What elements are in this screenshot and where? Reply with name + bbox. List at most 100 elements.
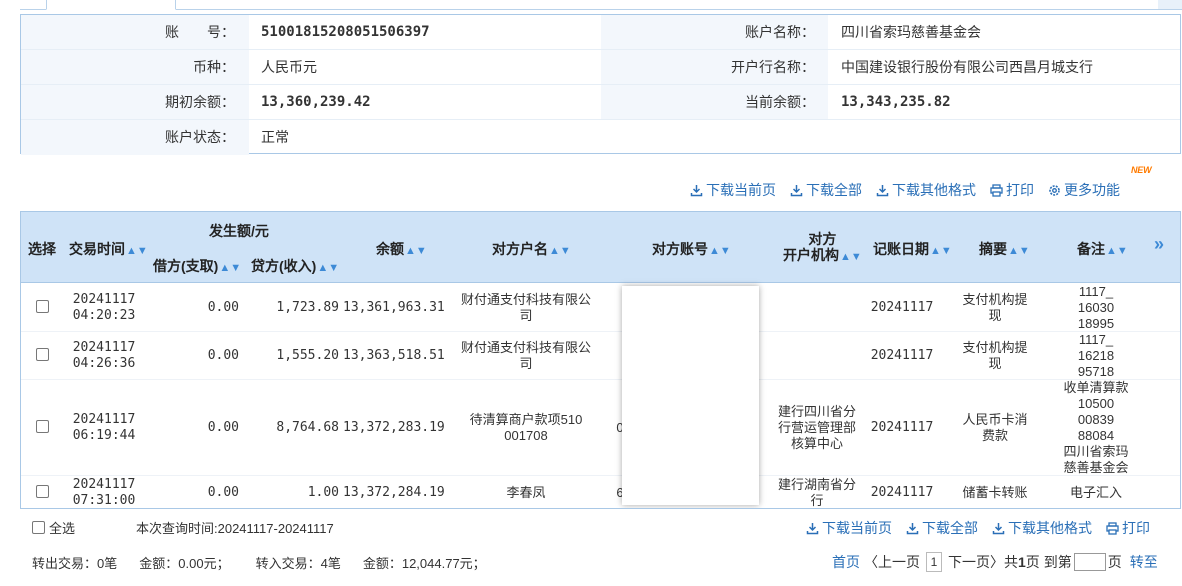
- redaction-overlay: [622, 286, 759, 505]
- table-row[interactable]: 20241117 04:20:23 0.00 1,723.89 13,361,963.3…: [21, 284, 1180, 332]
- sort-icon: ▲▼: [219, 262, 242, 274]
- col-remark[interactable]: 备注▲▼: [1077, 239, 1128, 259]
- col-post-date-label: 记账日期: [873, 241, 929, 257]
- col-party-bank-label-2: 开户机构: [783, 247, 839, 263]
- row-checkbox[interactable]: [36, 420, 49, 433]
- row-balance: 13,372,283.19: [343, 420, 445, 435]
- tab-bar-corner: [1158, 0, 1182, 9]
- download-all-button[interactable]: 下载全部: [790, 180, 862, 200]
- col-credit[interactable]: 贷方(收入)▲▼: [251, 256, 339, 276]
- out-count: 0笔: [97, 556, 118, 571]
- select-all-checkbox[interactable]: [32, 521, 45, 534]
- row-party-bank: 建行四川省分 行营运管理部 核算中心: [777, 404, 856, 451]
- col-party-name-label: 对方户名: [492, 241, 548, 257]
- row-debit: 0.00: [207, 485, 239, 500]
- row-post-date: 20241117: [870, 300, 934, 315]
- in-label: 转入交易：: [255, 556, 321, 571]
- out-amount: 0.00元；: [178, 556, 230, 571]
- col-amount-group: 发生额/元: [209, 223, 269, 239]
- col-party-bank[interactable]: 对方 开户机构▲▼: [783, 231, 862, 265]
- sort-icon: ▲▼: [1106, 245, 1128, 257]
- more-functions-label: 更多功能: [1064, 182, 1120, 198]
- row-summary: 储蓄卡转账: [962, 485, 1028, 500]
- row-checkbox[interactable]: [36, 485, 49, 498]
- prev-page-link[interactable]: 〈上一页: [864, 552, 920, 572]
- more-functions-button[interactable]: 更多功能: [1048, 180, 1120, 200]
- bank-label: 开户行名称：: [731, 59, 815, 75]
- footer-download-other-format-label: 下载其他格式: [1008, 520, 1092, 536]
- expand-columns-icon[interactable]: »: [1154, 234, 1164, 255]
- printer-icon: [990, 183, 1003, 197]
- print-label: 打印: [1006, 182, 1034, 198]
- col-time[interactable]: 交易时间▲▼: [69, 239, 148, 259]
- row-time: 20241117 07:31:00: [72, 477, 136, 508]
- footer-download-page-button[interactable]: 下载当前页: [806, 518, 892, 538]
- col-post-date[interactable]: 记账日期▲▼: [873, 239, 952, 259]
- current-balance: 13,343,235.82: [841, 94, 951, 110]
- goto-button[interactable]: 转至: [1130, 552, 1158, 572]
- goto-page-input[interactable]: [1073, 553, 1106, 571]
- table-row[interactable]: 20241117 04:26:36 0.00 1,555.20 13,363,518.5…: [21, 332, 1180, 380]
- current-page[interactable]: 1: [926, 552, 942, 572]
- total-pages-suffix: 页: [1025, 554, 1040, 570]
- row-remark: 1117_ 16218 95718: [1077, 332, 1115, 379]
- tab-active[interactable]: [46, 0, 176, 10]
- row-party-bank: 建行湖南省分行: [777, 477, 856, 508]
- table-row[interactable]: 20241117 07:31:00 0.00 1.00 13,372,284.19 李春凤…: [21, 476, 1180, 508]
- query-time: 本次查询时间:20241117-20241117: [136, 521, 334, 536]
- col-summary-label: 摘要: [979, 241, 1007, 257]
- sort-icon: ▲▼: [126, 245, 148, 257]
- download-other-format-label: 下载其他格式: [892, 182, 976, 198]
- account-status: 正常: [261, 129, 289, 145]
- transaction-grid: 选择 交易时间▲▼ 发生额/元 借方(支取)▲▼ 贷方(收入)▲▼ 余额▲▼ 对…: [20, 211, 1181, 509]
- footer-download-other-format-button[interactable]: 下载其他格式: [992, 518, 1092, 538]
- row-time: 20241117 04:20:23: [72, 292, 136, 323]
- account-name: 四川省索玛慈善基金会: [841, 24, 981, 40]
- in-amount-label: 金额：: [362, 556, 402, 571]
- footer-print-button[interactable]: 打印: [1106, 518, 1150, 538]
- col-balance-label: 余额: [376, 241, 404, 257]
- table-row[interactable]: 20241117 06:19:44 0.00 8,764.68 13,372,283.1…: [21, 380, 1180, 476]
- row-credit: 1.00: [307, 485, 339, 500]
- account-info-row: 账 号： 51001815208051506397 账户名称： 四川省索玛慈善基…: [21, 15, 1180, 50]
- row-checkbox[interactable]: [36, 348, 49, 361]
- row-balance: 13,372,284.19: [343, 485, 445, 500]
- account-name-label: 账户名称：: [745, 24, 815, 40]
- account-info-row: 期初余额： 13,360,239.42 当前余额： 13,343,235.82: [21, 85, 1180, 120]
- col-credit-label: 贷方(收入): [251, 258, 317, 274]
- in-amount: 12,044.77元；: [401, 556, 486, 571]
- first-page-link[interactable]: 首页: [832, 552, 860, 572]
- col-debit[interactable]: 借方(支取)▲▼: [153, 256, 241, 276]
- download-all-label: 下载全部: [806, 182, 862, 198]
- row-balance: 13,363,518.51: [343, 348, 445, 363]
- col-debit-label: 借方(支取): [153, 258, 219, 274]
- in-count: 4笔: [320, 556, 341, 571]
- row-credit: 1,555.20: [276, 348, 339, 363]
- footer-download-all-button[interactable]: 下载全部: [906, 518, 978, 538]
- row-checkbox[interactable]: [36, 300, 49, 313]
- row-time: 20241117 04:26:36: [72, 340, 136, 371]
- next-page-link[interactable]: 下一页〉: [948, 552, 1004, 572]
- download-page-button[interactable]: 下载当前页: [690, 180, 776, 200]
- col-balance[interactable]: 余额▲▼: [376, 239, 427, 259]
- sort-icon: ▲▼: [1008, 245, 1030, 257]
- account-number: 51001815208051506397: [261, 24, 430, 40]
- select-all-control[interactable]: 全选: [32, 518, 75, 537]
- row-remark: 收单清算款 10500 00839 88084 四川省索玛 慈善基金会: [1063, 380, 1129, 475]
- print-button[interactable]: 打印: [990, 180, 1034, 200]
- col-summary[interactable]: 摘要▲▼: [979, 239, 1030, 259]
- col-party-account[interactable]: 对方账号▲▼: [652, 239, 731, 259]
- sort-icon: ▲▼: [549, 245, 571, 257]
- goto-suffix: 页: [1107, 554, 1122, 570]
- col-party-name[interactable]: 对方户名▲▼: [492, 239, 571, 259]
- sort-icon: ▲▼: [709, 245, 731, 257]
- row-party-name: 待清算商户款项510 001708: [469, 412, 583, 443]
- row-debit: 0.00: [207, 348, 239, 363]
- download-other-format-button[interactable]: 下载其他格式: [876, 180, 976, 200]
- download-icon: [806, 522, 819, 534]
- grid-header: 选择 交易时间▲▼ 发生额/元 借方(支取)▲▼ 贷方(收入)▲▼ 余额▲▼ 对…: [21, 212, 1180, 283]
- account-info-row: 账户状态： 正常: [21, 120, 1180, 155]
- row-summary: 支付机构提现: [962, 292, 1028, 323]
- sort-icon: ▲▼: [930, 245, 952, 257]
- row-summary: 支付机构提现: [962, 340, 1028, 371]
